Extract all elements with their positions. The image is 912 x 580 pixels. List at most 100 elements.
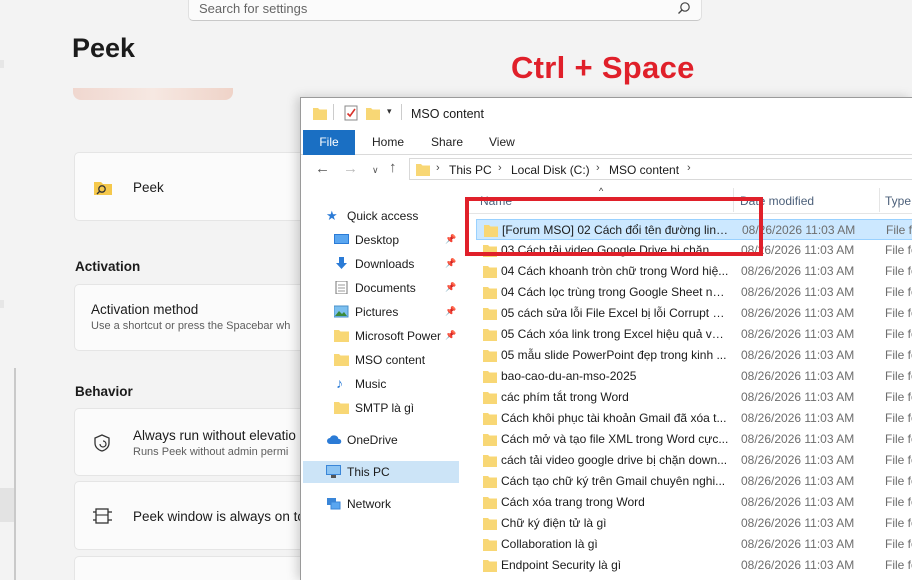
file-row[interactable]: bao-cao-du-an-mso-2025 08/26/2026 11:03 A…	[476, 366, 912, 387]
file-row[interactable]: 04 Cách khoanh tròn chữ trong Word hiệ..…	[476, 261, 912, 282]
file-row[interactable]: Cách tạo chữ ký trên Gmail chuyên nghi..…	[476, 471, 912, 492]
nav-this-pc[interactable]: This PC	[303, 461, 459, 483]
folder-icon	[483, 308, 497, 320]
breadcrumb-chevron-icon[interactable]: ›	[596, 162, 600, 174]
file-row[interactable]: Cách xóa trang trong Word 08/26/2026 11:0…	[476, 492, 912, 513]
file-row[interactable]: 05 cách sửa lỗi File Excel bị lỗi Corrup…	[476, 303, 912, 324]
file-date: 08/26/2026 11:03 AM	[741, 558, 855, 572]
search-icon[interactable]	[677, 1, 691, 15]
file-date: 08/26/2026 11:03 AM	[741, 327, 855, 341]
file-explorer-window[interactable]: ▾ MSO content File Home Share View ← → ∨…	[300, 97, 912, 580]
nav-label: SMTP là gì	[355, 401, 415, 415]
file-row[interactable]: Cách khôi phục tài khoản Gmail đã xóa t.…	[476, 408, 912, 429]
forward-arrow-icon[interactable]: →	[343, 160, 358, 177]
folder-icon	[483, 434, 497, 446]
highlight-annotation-box	[465, 197, 763, 256]
breadcrumb-chevron-icon[interactable]: ›	[687, 162, 691, 174]
file-row[interactable]: Cách mở và tạo file XML trong Word cực..…	[476, 429, 912, 450]
activation-method-card[interactable]: Activation method Use a shortcut or pres…	[74, 284, 314, 351]
folder-icon	[483, 497, 497, 509]
file-type: File fo	[885, 411, 912, 425]
customize-toolbar-icon[interactable]: ▾	[387, 106, 401, 122]
nav-label: Pictures	[355, 305, 399, 319]
tab-home[interactable]: Home	[372, 135, 404, 149]
file-row[interactable]: 04 Cách lọc trùng trong Google Sheet nh.…	[476, 282, 912, 303]
scroll-rail	[14, 368, 16, 580]
tab-file[interactable]: File	[303, 130, 355, 155]
toolbar-divider	[401, 104, 402, 120]
recent-locations-icon[interactable]: ∨	[372, 165, 379, 176]
nav-music[interactable]: ♪ Music	[301, 373, 459, 395]
folder-icon	[483, 518, 497, 530]
properties-icon[interactable]	[344, 105, 358, 121]
always-run-subtitle: Runs Peek without admin permi	[133, 446, 289, 458]
file-name: Cách xóa trang trong Word	[501, 495, 645, 509]
nav-pictures[interactable]: Pictures 📌	[301, 301, 459, 323]
column-header-type[interactable]: Type	[885, 194, 911, 208]
file-type: File fo	[885, 264, 912, 278]
nav-label: Documents	[355, 281, 416, 295]
cloud-icon	[327, 435, 342, 444]
file-date: 08/26/2026 11:03 AM	[741, 285, 855, 299]
ribbon-tabs: File Home Share View	[301, 128, 912, 155]
music-note-icon: ♪	[336, 375, 343, 391]
file-date: 08/26/2026 11:03 AM	[741, 369, 855, 383]
file-name: 05 mẫu slide PowerPoint đẹp trong kinh .…	[501, 348, 727, 362]
back-arrow-icon[interactable]: ←	[315, 160, 330, 177]
file-row[interactable]: Chữ ký điện tử là gì 08/26/2026 11:03 AM F…	[476, 513, 912, 534]
folder-icon	[334, 402, 349, 414]
navigation-pane: ★ Quick access Desktop 📌 Downloads 📌 Doc…	[301, 203, 459, 580]
nav-smtp[interactable]: SMTP là gì	[301, 397, 459, 419]
nav-microsoft-power[interactable]: Microsoft Power 📌	[301, 325, 459, 347]
activation-method-subtitle: Use a shortcut or press the Spacebar wh	[91, 320, 291, 332]
file-row[interactable]: cách tải video google drive bị chặn down…	[476, 450, 912, 471]
next-setting-card[interactable]	[74, 556, 314, 580]
address-bar[interactable]: › This PC › Local Disk (C:) › MSO conten…	[409, 158, 912, 180]
breadcrumb-chevron-icon[interactable]: ›	[498, 162, 502, 174]
folder-icon	[483, 350, 497, 362]
file-date: 08/26/2026 11:03 AM	[741, 495, 855, 509]
settings-search-input[interactable]: Search for settings	[188, 0, 702, 21]
nav-desktop[interactable]: Desktop 📌	[301, 229, 459, 251]
nav-quick-access[interactable]: ★ Quick access	[301, 205, 459, 227]
up-arrow-icon[interactable]: ↑	[389, 159, 397, 176]
file-type: File fo	[885, 558, 912, 572]
explorer-titlebar[interactable]: ▾ MSO content	[301, 98, 912, 128]
file-name: các phím tắt trong Word	[501, 390, 629, 404]
window-on-top-card[interactable]: Peek window is always on to	[74, 481, 314, 550]
file-row[interactable]: 05 Cách xóa link trong Excel hiệu quả và…	[476, 324, 912, 345]
section-activation: Activation	[75, 259, 141, 274]
nav-network[interactable]: Network	[301, 493, 459, 515]
breadcrumb-chevron-icon[interactable]: ›	[436, 162, 440, 174]
breadcrumb-this-pc[interactable]: This PC	[449, 163, 492, 177]
nav-label: MSO content	[355, 353, 426, 367]
file-type: File fo	[885, 390, 912, 404]
pictures-icon	[334, 305, 349, 318]
file-row[interactable]: Endpoint Security là gì 08/26/2026 11:03 …	[476, 555, 912, 576]
file-row[interactable]: các phím tắt trong Word 08/26/2026 11:03 …	[476, 387, 912, 408]
nav-documents[interactable]: Documents 📌	[301, 277, 459, 299]
section-behavior: Behavior	[75, 384, 133, 399]
file-row[interactable]: 05 mẫu slide PowerPoint đẹp trong kinh .…	[476, 345, 912, 366]
file-row[interactable]: Collaboration là gì 08/26/2026 11:03 AM Fi…	[476, 534, 912, 555]
file-date: 08/26/2026 11:03 AM	[741, 453, 855, 467]
activation-method-title: Activation method	[91, 302, 199, 317]
folder-icon	[483, 287, 497, 299]
nav-downloads[interactable]: Downloads 📌	[301, 253, 459, 275]
tab-share[interactable]: Share	[431, 135, 463, 149]
new-folder-icon[interactable]	[366, 105, 380, 121]
nav-mso-content[interactable]: MSO content	[301, 349, 459, 371]
desktop-icon	[334, 234, 349, 244]
always-run-title: Always run without elevatio	[133, 428, 296, 443]
peek-enable-card[interactable]: Peek	[74, 152, 314, 221]
always-run-card[interactable]: Always run without elevatio Runs Peek wi…	[74, 408, 314, 476]
tab-view[interactable]: View	[489, 135, 515, 149]
nav-label: This PC	[347, 465, 390, 479]
nav-label: Network	[347, 497, 392, 511]
breadcrumb-local-disk[interactable]: Local Disk (C:)	[511, 163, 590, 177]
file-date: 08/26/2026 11:03 AM	[741, 516, 855, 530]
nav-onedrive[interactable]: OneDrive	[301, 429, 459, 451]
column-divider[interactable]	[879, 188, 880, 212]
breadcrumb-mso-content[interactable]: MSO content	[609, 163, 679, 177]
file-type: File fo	[885, 306, 912, 320]
